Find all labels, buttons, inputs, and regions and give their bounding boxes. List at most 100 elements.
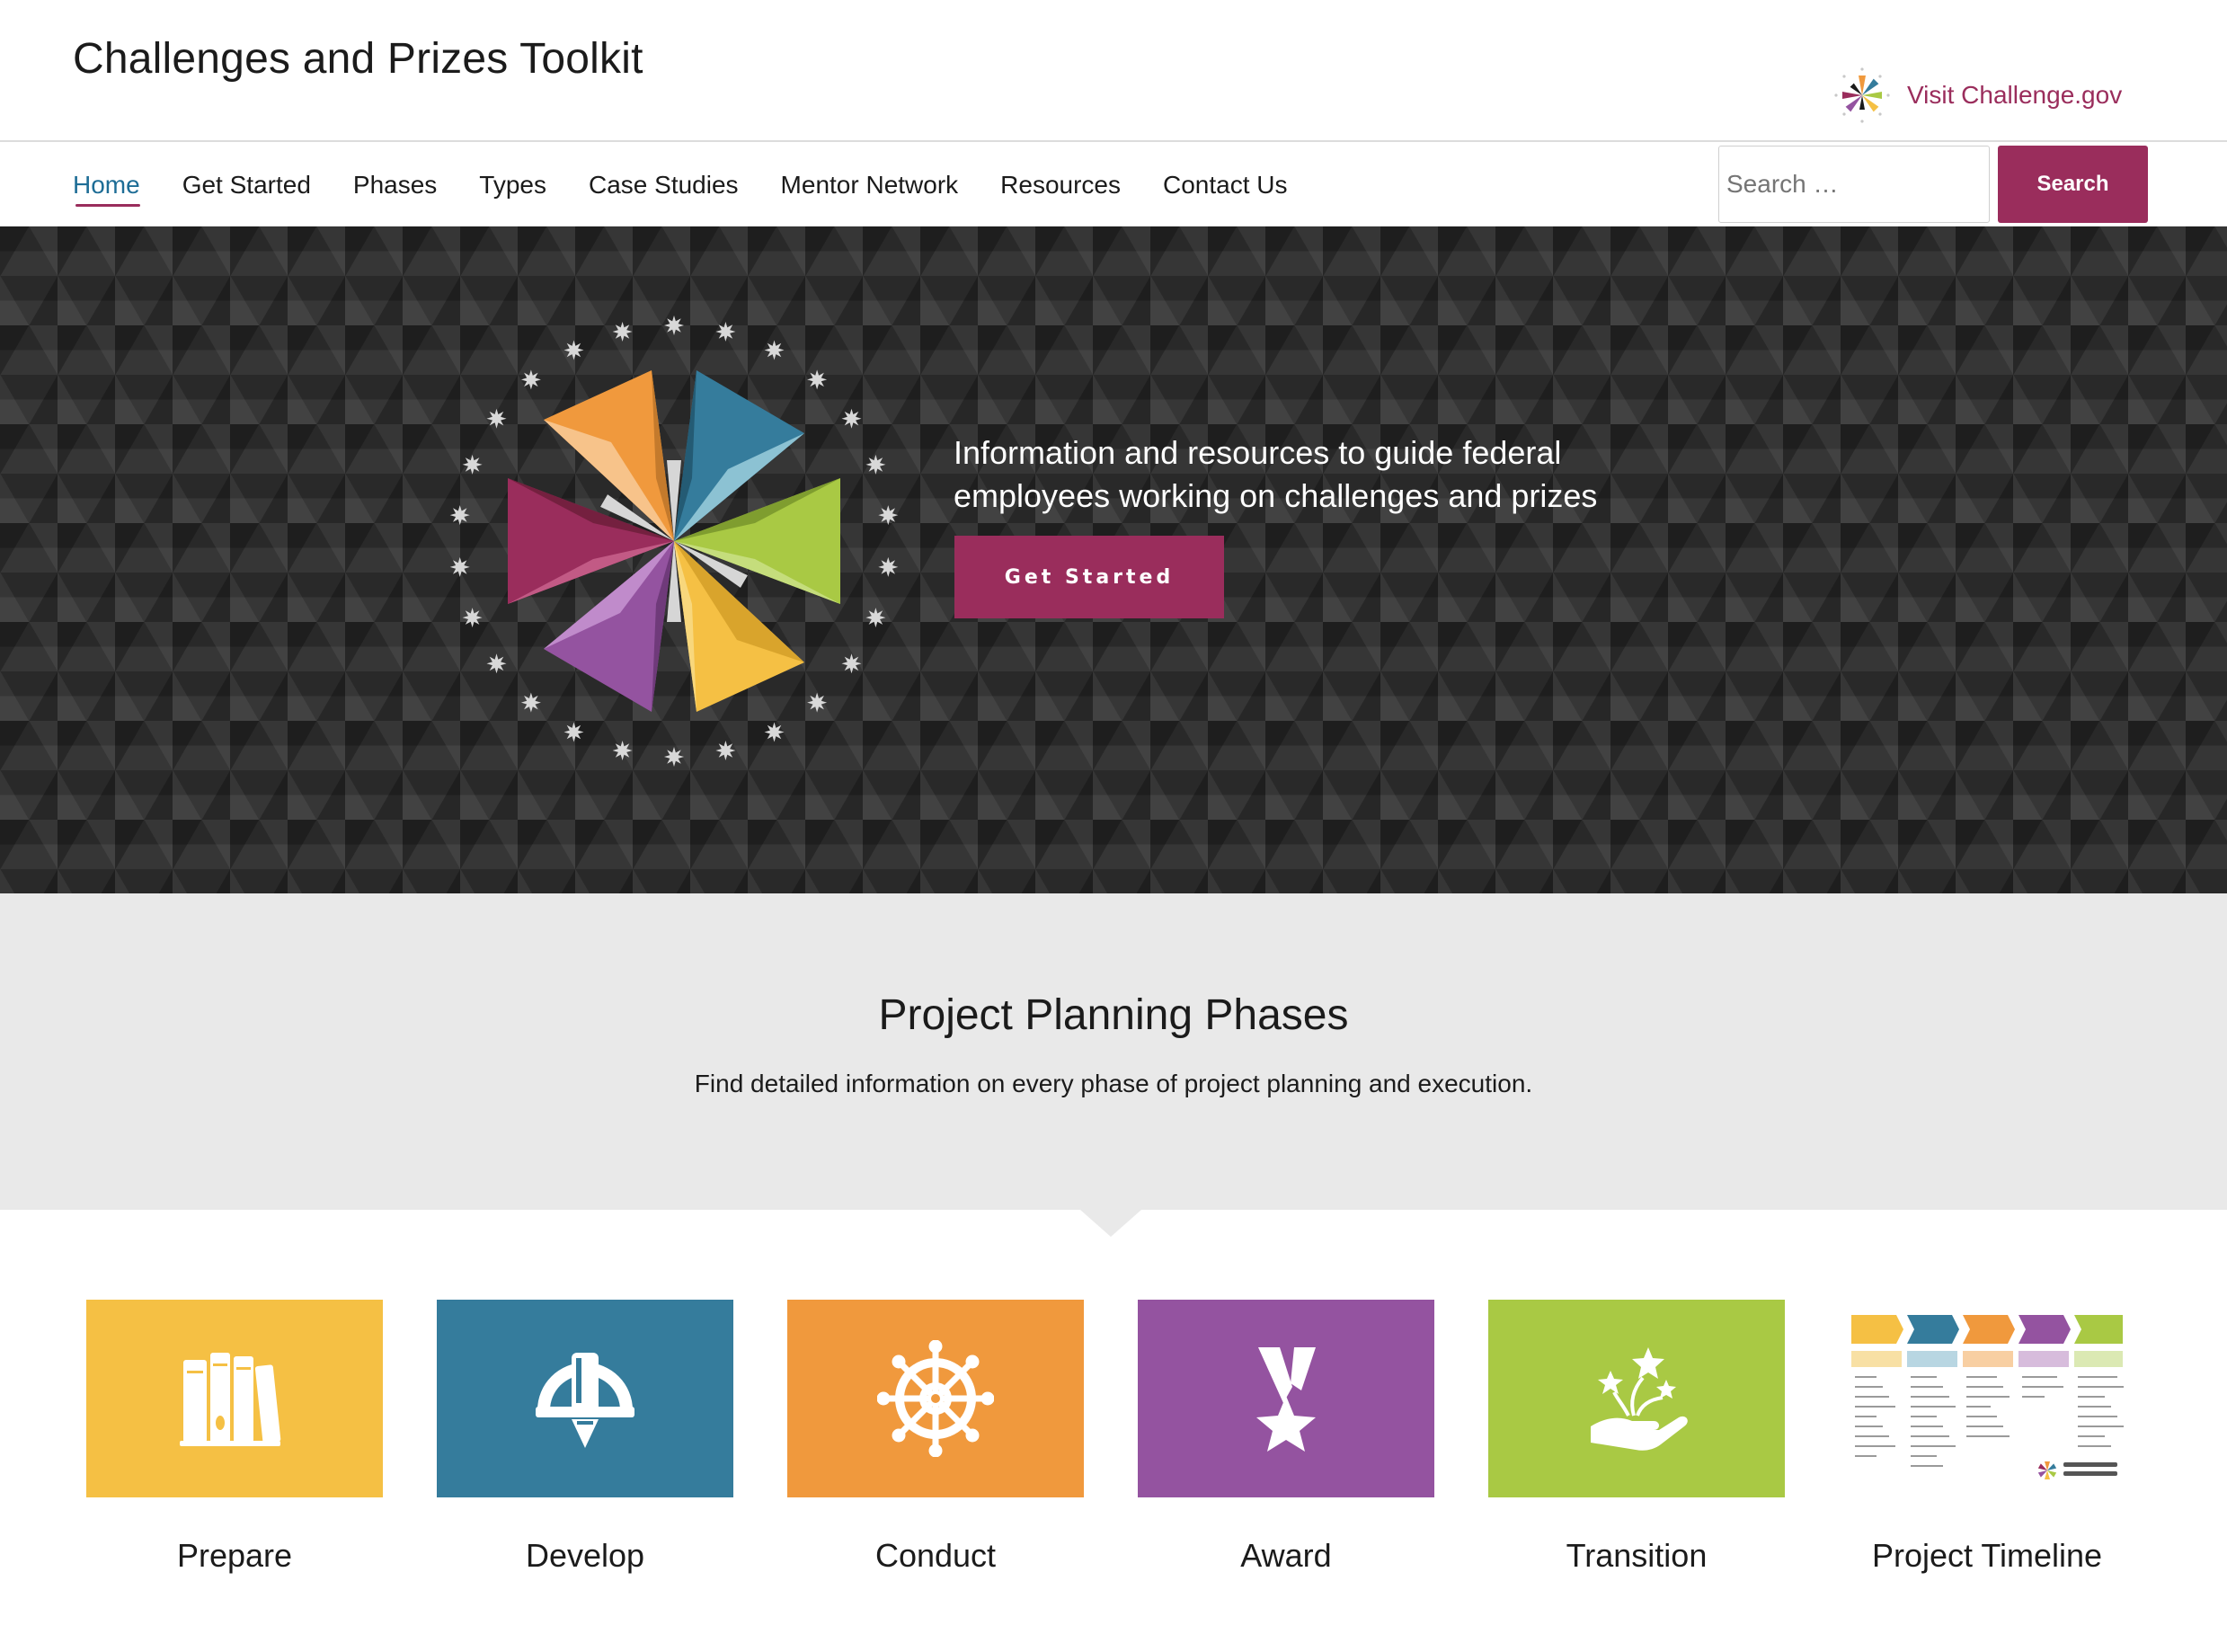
timeline-text-line bbox=[2078, 1426, 2124, 1427]
decorative-star-dot bbox=[486, 408, 507, 429]
timeline-text-line bbox=[2078, 1376, 2117, 1378]
card-label-develop[interactable]: Develop bbox=[437, 1537, 733, 1575]
timeline-text-line bbox=[1855, 1406, 1895, 1408]
decorative-star-dot bbox=[841, 408, 862, 429]
phase-card-conduct[interactable]: Conduct bbox=[787, 1300, 1084, 1575]
timeline-text-line bbox=[1911, 1376, 1937, 1378]
timeline-text-line bbox=[1966, 1416, 1997, 1417]
timeline-text-line bbox=[2022, 1386, 2063, 1388]
challenges-star-logo-icon bbox=[449, 315, 899, 767]
decorative-star-dot bbox=[865, 608, 886, 628]
decorative-star-dot bbox=[462, 608, 483, 628]
nav-item-case-studies[interactable]: Case Studies bbox=[589, 149, 739, 221]
timeline-text-line bbox=[1855, 1455, 1877, 1457]
decorative-star-dot bbox=[520, 692, 541, 713]
transition-tile[interactable] bbox=[1488, 1300, 1785, 1497]
timeline-text-line bbox=[1855, 1376, 1877, 1378]
card-label-prepare[interactable]: Prepare bbox=[86, 1537, 383, 1575]
get-started-button[interactable]: Get Started bbox=[954, 536, 1224, 618]
develop-tile[interactable] bbox=[437, 1300, 733, 1497]
nav-item-home[interactable]: Home bbox=[73, 149, 140, 221]
timeline-text-line bbox=[1911, 1396, 1949, 1398]
card-label-conduct[interactable]: Conduct bbox=[787, 1537, 1084, 1575]
site-header: Challenges and Prizes Toolkit Visit Chal… bbox=[0, 0, 2227, 142]
timeline-text-line bbox=[1855, 1396, 1889, 1398]
phase-card-project-timeline[interactable]: Project Timeline bbox=[1839, 1300, 2135, 1575]
phases-subheading: Find detailed information on every phase… bbox=[694, 1070, 1533, 1097]
card-label-award[interactable]: Award bbox=[1138, 1537, 1434, 1575]
decorative-star-dot bbox=[764, 722, 785, 742]
nav-item-get-started[interactable]: Get Started bbox=[182, 149, 311, 221]
timeline-text-line bbox=[1855, 1416, 1877, 1417]
decorative-star-dot bbox=[612, 322, 633, 342]
phase-card-prepare[interactable]: Prepare bbox=[86, 1300, 383, 1575]
conduct-tile[interactable] bbox=[787, 1300, 1084, 1497]
books-icon bbox=[180, 1353, 281, 1446]
decorative-star-dot bbox=[563, 340, 584, 360]
timeline-text-line bbox=[1911, 1386, 1943, 1388]
project-timeline-tile[interactable] bbox=[1839, 1300, 2135, 1497]
decorative-star-dot bbox=[715, 322, 736, 342]
section-pointer bbox=[1080, 1210, 1141, 1237]
medal-icon bbox=[1256, 1347, 1316, 1452]
timeline-text-line bbox=[2078, 1396, 2105, 1398]
phase-cards: Prepare Develop Conduct Award Transition… bbox=[86, 1300, 2153, 1596]
decorative-star-dot bbox=[865, 454, 886, 475]
timeline-text-line bbox=[2078, 1445, 2111, 1447]
card-label-project-timeline[interactable]: Project Timeline bbox=[1839, 1537, 2135, 1575]
timeline-text-line bbox=[1966, 1386, 2003, 1388]
timeline-text-line bbox=[1855, 1435, 1889, 1437]
decorative-star-dot bbox=[563, 722, 584, 742]
visit-link-label: Visit Challenge.gov bbox=[1907, 81, 2123, 109]
nav-item-contact-us[interactable]: Contact Us bbox=[1163, 149, 1288, 221]
decorative-star-dot bbox=[764, 340, 785, 360]
decorative-star-dot bbox=[664, 315, 684, 335]
nav-item-phases[interactable]: Phases bbox=[353, 149, 437, 221]
decorative-star-dot bbox=[449, 556, 470, 577]
timeline-text-line bbox=[1966, 1406, 1991, 1408]
main-nav: Home Get Started Phases Types Case Studi… bbox=[0, 144, 2227, 226]
decorative-star-dot bbox=[486, 653, 507, 674]
decorative-star-dot bbox=[878, 505, 899, 526]
nav-item-types[interactable]: Types bbox=[479, 149, 546, 221]
timeline-text-line bbox=[2022, 1376, 2057, 1378]
search-input[interactable] bbox=[1718, 146, 1990, 223]
timeline-text-line bbox=[1911, 1445, 1956, 1447]
timeline-text-line bbox=[2078, 1416, 2117, 1417]
nav-list: Home Get Started Phases Types Case Studi… bbox=[73, 144, 1330, 226]
timeline-text-line bbox=[2078, 1435, 2105, 1437]
phases-heading: Project Planning Phases bbox=[878, 991, 1349, 1039]
hero-banner: Information and resources to guide feder… bbox=[0, 226, 2227, 893]
timeline-text-line bbox=[1911, 1416, 1937, 1417]
nav-item-mentor-network[interactable]: Mentor Network bbox=[781, 149, 959, 221]
timeline-text-line bbox=[2078, 1406, 2111, 1408]
decorative-star-dot bbox=[807, 369, 828, 390]
decorative-star-dot bbox=[841, 653, 862, 674]
compass-pen-icon bbox=[536, 1353, 634, 1448]
phase-card-transition[interactable]: Transition bbox=[1488, 1300, 1785, 1575]
timeline-text-line bbox=[1911, 1455, 1937, 1457]
decorative-star-dot bbox=[715, 741, 736, 760]
decorative-star-dot bbox=[462, 454, 483, 475]
site-title[interactable]: Challenges and Prizes Toolkit bbox=[73, 34, 643, 84]
ship-wheel-icon bbox=[877, 1340, 994, 1457]
award-tile[interactable] bbox=[1138, 1300, 1434, 1497]
hand-stars-icon bbox=[1591, 1347, 1688, 1451]
timeline-text-line bbox=[1911, 1406, 1956, 1408]
challenge-gov-logo-icon bbox=[1834, 67, 1890, 123]
timeline-text-line bbox=[1855, 1386, 1883, 1388]
phases-intro: Project Planning Phases Find detailed in… bbox=[0, 893, 2227, 1210]
timeline-text-line bbox=[1911, 1426, 1943, 1427]
timeline-text-line bbox=[1966, 1426, 2003, 1427]
decorative-star-dot bbox=[664, 747, 684, 767]
timeline-text-line bbox=[1911, 1465, 1943, 1467]
phase-card-award[interactable]: Award bbox=[1138, 1300, 1434, 1575]
search-button[interactable]: Search bbox=[1998, 146, 2148, 223]
nav-item-resources[interactable]: Resources bbox=[1000, 149, 1121, 221]
prepare-tile[interactable] bbox=[86, 1300, 383, 1497]
timeline-text-line bbox=[2078, 1386, 2124, 1388]
visit-challenge-gov-link[interactable]: Visit Challenge.gov bbox=[1833, 67, 2122, 124]
decorative-star-dot bbox=[520, 369, 541, 390]
card-label-transition[interactable]: Transition bbox=[1488, 1537, 1785, 1575]
phase-card-develop[interactable]: Develop bbox=[437, 1300, 733, 1575]
